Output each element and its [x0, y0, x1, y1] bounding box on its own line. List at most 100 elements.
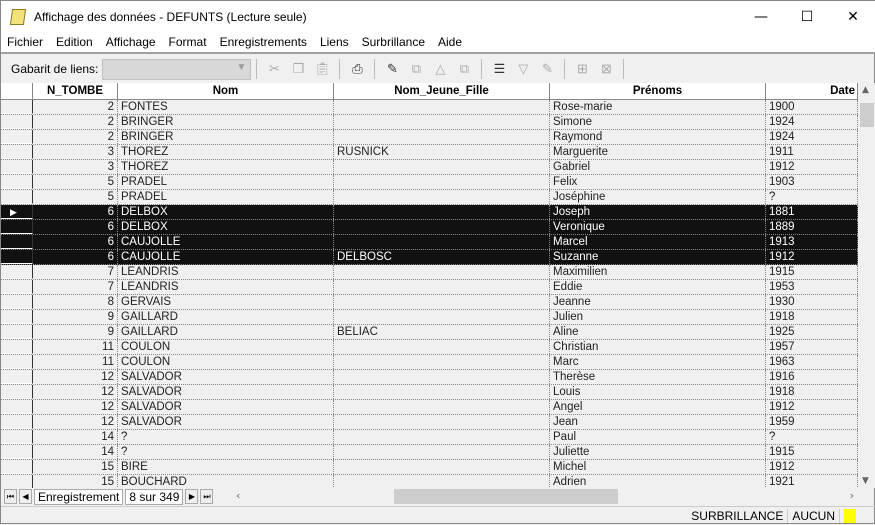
row-selector[interactable]: [1, 265, 33, 279]
menu-liens[interactable]: Liens: [314, 35, 356, 49]
table-cell[interactable]: Simone: [550, 115, 766, 129]
table-cell[interactable]: FONTES: [118, 100, 334, 114]
menu-format[interactable]: Format: [163, 35, 214, 49]
table-cell[interactable]: 1912: [766, 250, 858, 264]
table-cell[interactable]: Jeanne: [550, 295, 766, 309]
maximize-button[interactable]: ☐: [784, 1, 830, 32]
table-cell[interactable]: 1913: [766, 235, 858, 249]
table-row[interactable]: 9 GAILLARD Julien 1918: [1, 310, 858, 325]
table-cell[interactable]: SALVADOR: [118, 370, 334, 384]
row-selector[interactable]: [1, 220, 33, 234]
table-cell[interactable]: [334, 265, 550, 279]
table-row[interactable]: 12 SALVADOR Therèse 1916: [1, 370, 858, 385]
table-cell[interactable]: 9: [33, 325, 118, 339]
table-cell[interactable]: Raymond: [550, 130, 766, 144]
next-record-button[interactable]: ▶: [185, 489, 199, 504]
horizontal-scrollbar[interactable]: ‹ ›: [234, 488, 858, 505]
table-cell[interactable]: GERVAIS: [118, 295, 334, 309]
table-cell[interactable]: Rose-marie: [550, 100, 766, 114]
table-cell[interactable]: [334, 370, 550, 384]
table-cell[interactable]: [334, 160, 550, 174]
table-row[interactable]: 14? Juliette 1915: [1, 445, 858, 460]
table-cell[interactable]: GAILLARD: [118, 325, 334, 339]
table-cell[interactable]: THOREZ: [118, 160, 334, 174]
table-cell[interactable]: 1900: [766, 100, 858, 114]
table-row[interactable]: 3 THOREZ RUSNICK Marguerite 1911: [1, 145, 858, 160]
column-header[interactable]: Nom: [118, 83, 334, 99]
table-cell[interactable]: 1924: [766, 115, 858, 129]
table-row[interactable]: 14? Paul?: [1, 430, 858, 445]
table-cell[interactable]: [334, 460, 550, 474]
table-row[interactable]: 15 BIRE Michel 1912: [1, 460, 858, 475]
close-button[interactable]: ✕: [830, 1, 875, 32]
cut-icon[interactable]: ✂: [264, 59, 284, 79]
table-cell[interactable]: 3: [33, 145, 118, 159]
table-row[interactable]: 6 CAUJOLLE Marcel 1913: [1, 235, 858, 250]
row-selector[interactable]: [1, 460, 33, 474]
table-cell[interactable]: 1912: [766, 160, 858, 174]
paste-icon[interactable]: 📋︎: [312, 59, 332, 79]
menu-surbrillance[interactable]: Surbrillance: [356, 35, 432, 49]
table-cell[interactable]: [334, 235, 550, 249]
table-cell[interactable]: Marcel: [550, 235, 766, 249]
table-cell[interactable]: 1918: [766, 310, 858, 324]
copy-icon[interactable]: ❐: [288, 59, 308, 79]
table-cell[interactable]: [334, 175, 550, 189]
delete-record-icon[interactable]: ⊠: [596, 59, 616, 79]
table-cell[interactable]: 1930: [766, 295, 858, 309]
table-cell[interactable]: 15: [33, 475, 118, 488]
table-cell[interactable]: [334, 205, 550, 219]
template-combo[interactable]: ▼: [102, 58, 252, 80]
table-cell[interactable]: BRINGER: [118, 115, 334, 129]
scroll-right-icon[interactable]: ›: [850, 489, 854, 502]
table-cell[interactable]: [334, 100, 550, 114]
row-selector[interactable]: [1, 370, 33, 384]
table-cell[interactable]: 1915: [766, 445, 858, 459]
table-cell[interactable]: Marc: [550, 355, 766, 369]
table-cell[interactable]: 2: [33, 115, 118, 129]
table-cell[interactable]: BOUCHARD: [118, 475, 334, 488]
table-cell[interactable]: [334, 385, 550, 399]
prev-record-button[interactable]: ◀: [19, 489, 32, 504]
menu-enregistrements[interactable]: Enregistrements: [214, 35, 314, 49]
table-cell[interactable]: 3: [33, 160, 118, 174]
table-cell[interactable]: 12: [33, 370, 118, 384]
row-selector[interactable]: [1, 340, 33, 354]
new-link-icon[interactable]: ✎: [382, 59, 402, 79]
table-cell[interactable]: Aline: [550, 325, 766, 339]
table-cell[interactable]: [334, 355, 550, 369]
table-cell[interactable]: Jean: [550, 415, 766, 429]
table-cell[interactable]: 9: [33, 310, 118, 324]
table-cell[interactable]: LEANDRIS: [118, 280, 334, 294]
table-cell[interactable]: [334, 220, 550, 234]
last-record-button[interactable]: ⏭: [200, 489, 214, 504]
row-selector[interactable]: [1, 175, 33, 189]
table-cell[interactable]: 5: [33, 190, 118, 204]
table-cell[interactable]: 6: [33, 235, 118, 249]
table-cell[interactable]: 1912: [766, 460, 858, 474]
table-row[interactable]: 12 SALVADOR Louis 1918: [1, 385, 858, 400]
table-cell[interactable]: 1924: [766, 130, 858, 144]
table-cell[interactable]: 14: [33, 445, 118, 459]
table-cell[interactable]: DELBOX: [118, 205, 334, 219]
table-row[interactable]: 15 BOUCHARD Adrien 1921: [1, 475, 858, 488]
row-selector[interactable]: [1, 100, 33, 114]
row-header-corner[interactable]: [1, 83, 33, 99]
table-cell[interactable]: 1881: [766, 205, 858, 219]
table-cell[interactable]: 1957: [766, 340, 858, 354]
row-selector[interactable]: [1, 430, 33, 444]
link-copy-icon[interactable]: ⧉: [454, 59, 474, 79]
column-header[interactable]: Date: [766, 83, 858, 99]
table-cell[interactable]: LEANDRIS: [118, 265, 334, 279]
table-cell[interactable]: Felix: [550, 175, 766, 189]
table-row[interactable]: 2 BRINGER Raymond 1924: [1, 130, 858, 145]
table-cell[interactable]: ?: [118, 430, 334, 444]
table-row[interactable]: 11 COULON Christian 1957: [1, 340, 858, 355]
table-cell[interactable]: ?: [118, 445, 334, 459]
table-cell[interactable]: Angel: [550, 400, 766, 414]
table-cell[interactable]: ?: [766, 190, 858, 204]
table-cell[interactable]: 5: [33, 175, 118, 189]
scroll-thumb[interactable]: [860, 103, 874, 127]
table-cell[interactable]: CAUJOLLE: [118, 250, 334, 264]
table-cell[interactable]: Suzanne: [550, 250, 766, 264]
